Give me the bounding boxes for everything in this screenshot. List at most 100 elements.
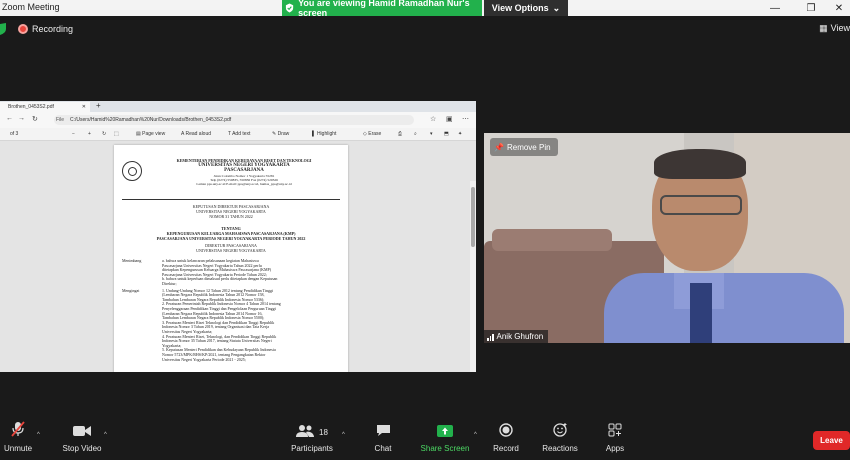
audio-options-chevron-icon[interactable]: ^ xyxy=(37,432,40,438)
share-banner: You are viewing Hamid Ramadhan Nur's scr… xyxy=(282,0,482,18)
menimbang-label: Menimbang xyxy=(122,258,142,263)
apps-label: Apps xyxy=(605,444,625,453)
recording-label: Recording xyxy=(32,24,74,34)
print-icon[interactable]: ⎙ xyxy=(398,131,402,137)
restore-icon[interactable]: ❐ xyxy=(796,0,826,16)
record-icon xyxy=(499,418,513,440)
unmute-label: Unmute xyxy=(4,444,33,453)
zoom-out-icon[interactable]: − xyxy=(72,131,75,137)
view-options-button[interactable]: View Options ⌄ xyxy=(484,0,568,16)
security-shield-icon[interactable] xyxy=(0,23,8,35)
person-hair xyxy=(654,149,746,179)
pdf-canvas: KEMENTERIAN PENDIDIKAN KEBUDAYAAN RISET … xyxy=(0,141,476,372)
view-button[interactable]: ▦ View xyxy=(819,23,850,34)
apps-button[interactable]: Apps xyxy=(600,418,630,460)
scrollbar-thumb[interactable] xyxy=(471,187,475,247)
tab-close-icon[interactable]: ✕ xyxy=(82,104,86,110)
share-options-chevron-icon[interactable]: ^ xyxy=(474,432,477,438)
stop-video-button[interactable]: Stop Video xyxy=(60,418,104,460)
save-as-icon[interactable]: ⬒ xyxy=(444,131,449,137)
forward-icon[interactable]: → xyxy=(18,115,25,122)
participants-options-chevron-icon[interactable]: ^ xyxy=(342,432,345,438)
director-line: UNIVERSITAS NEGERI YOGYAKARTA xyxy=(196,248,266,253)
pdf-toolbar: of 3 − + ↻ ⬚ ▤ Page view A Read aloud T … xyxy=(0,128,476,141)
video-camera-icon xyxy=(73,418,91,440)
back-icon[interactable]: ← xyxy=(6,115,13,122)
view-options-label: View Options xyxy=(491,3,549,13)
participants-icon: 18 xyxy=(296,418,328,440)
chat-label: Chat xyxy=(374,444,392,453)
participants-label: Participants xyxy=(291,444,333,453)
letterhead-line: PASCASARJANA xyxy=(224,168,264,173)
participant-video xyxy=(484,133,850,343)
subject-line: PASCASARJANA UNIVERSITAS NEGERI YOGYAKAR… xyxy=(156,236,306,241)
highlight-label: Highlight xyxy=(316,131,337,137)
add-text-label: Add text xyxy=(232,131,251,137)
browser-tab[interactable]: Brothen_0453S2.pdf ✕ xyxy=(0,102,90,112)
participants-button[interactable]: 18 Participants xyxy=(288,418,336,460)
rotate-icon[interactable]: ↻ xyxy=(102,131,106,137)
recording-icon xyxy=(18,24,28,34)
leave-button[interactable]: Leave xyxy=(813,431,850,450)
chat-icon xyxy=(376,418,391,440)
erase-button[interactable]: ◇ Erase xyxy=(363,131,381,137)
new-tab-icon[interactable]: + xyxy=(96,101,101,110)
pdf-page: KEMENTERIAN PENDIDIKAN KEBUDAYAAN RISET … xyxy=(114,145,348,372)
window-titlebar: Zoom Meeting You are viewing Hamid Ramad… xyxy=(0,0,850,18)
favorites-icon[interactable]: ☆ xyxy=(430,115,436,123)
url-scheme: File xyxy=(56,117,65,123)
window-title: Zoom Meeting xyxy=(2,2,60,12)
person-glasses xyxy=(660,195,742,215)
reactions-label: Reactions xyxy=(542,444,578,453)
grid-icon: ▦ xyxy=(819,23,828,33)
menimbang-line: Direktur; xyxy=(162,281,177,286)
participant-name: Anik Ghufron xyxy=(496,332,544,341)
decree-line: NOMOR 31 TAHUN 2022 xyxy=(209,214,253,219)
read-aloud-label: Read aloud xyxy=(185,131,212,137)
record-button[interactable]: Record xyxy=(490,418,522,460)
draw-label: Draw xyxy=(277,131,290,137)
pin-toolbar-icon[interactable]: ✦ xyxy=(458,131,462,137)
refresh-icon[interactable]: ↻ xyxy=(32,115,38,123)
stop-video-label: Stop Video xyxy=(62,444,102,453)
participant-name-tag: Anik Ghufron xyxy=(484,330,549,343)
browser-tab-strip: Brothen_0453S2.pdf ✕ + xyxy=(0,101,476,112)
search-icon[interactable]: ⌕ xyxy=(414,131,417,137)
page-view-button[interactable]: ▤ Page view xyxy=(136,131,165,137)
read-aloud-button[interactable]: A Read aloud xyxy=(181,131,211,137)
erase-label: Erase xyxy=(368,131,382,137)
draw-button[interactable]: ✎ Draw xyxy=(272,131,289,137)
fit-page-icon[interactable]: ⬚ xyxy=(114,131,119,137)
save-icon[interactable]: ▾ xyxy=(430,131,433,137)
menimbang-line: b. bahwa untuk keperluan dimaksud perlu … xyxy=(162,276,278,282)
apps-icon xyxy=(608,418,622,440)
collections-icon[interactable]: ▣ xyxy=(446,115,453,123)
letterhead-line: Laman pps.uny.ac.id E-mail: pps@uny.ac.i… xyxy=(196,182,292,187)
unmute-button[interactable]: Unmute xyxy=(4,418,32,460)
reactions-button[interactable]: Reactions xyxy=(540,418,580,460)
pin-icon: 📌 xyxy=(494,142,504,152)
smiley-icon xyxy=(552,418,568,440)
highlight-button[interactable]: ▌ Highlight xyxy=(312,131,336,137)
remove-pin-button[interactable]: 📌 Remove Pin xyxy=(490,138,558,156)
zoom-in-icon[interactable]: + xyxy=(88,131,91,137)
meeting-topbar: Recording ▦ View xyxy=(0,16,850,42)
meeting-controls: Unmute ^ Stop Video ^ 18 Participants ^ … xyxy=(0,418,850,460)
mengingat-line: Universitas Negeri Yogyakarta Periode 20… xyxy=(162,356,246,362)
minimize-icon[interactable]: — xyxy=(760,0,790,16)
shield-icon xyxy=(285,3,294,13)
record-label: Record xyxy=(493,444,519,453)
university-seal xyxy=(122,161,142,181)
more-icon[interactable]: ⋯ xyxy=(462,115,469,123)
add-text-button[interactable]: T Add text xyxy=(228,131,250,137)
close-icon[interactable]: ✕ xyxy=(824,0,850,16)
view-label: View xyxy=(830,23,850,33)
video-options-chevron-icon[interactable]: ^ xyxy=(104,432,107,438)
share-screen-button[interactable]: Share Screen xyxy=(418,418,472,460)
address-bar[interactable]: File C:/Users/Hamid%20Ramadhan%20Nur/Dow… xyxy=(54,115,414,125)
person-shirt xyxy=(604,273,844,343)
mengingat-label: Mengingat xyxy=(122,287,140,293)
pdf-scrollbar[interactable] xyxy=(470,181,476,372)
browser-tab-title: Brothen_0453S2.pdf xyxy=(8,104,54,110)
chat-button[interactable]: Chat xyxy=(368,418,398,460)
